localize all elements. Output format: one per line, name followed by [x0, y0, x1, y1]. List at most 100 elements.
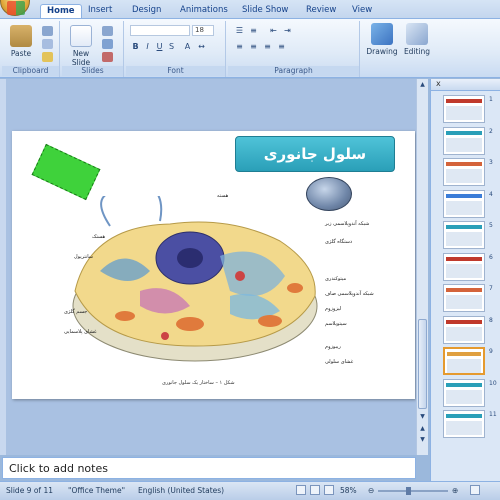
- italic-button[interactable]: I: [142, 41, 153, 52]
- thumbnail-title-bar: [446, 414, 482, 418]
- thumbnail-title-bar: [446, 225, 482, 229]
- editing-button[interactable]: Editing: [402, 23, 432, 56]
- ribbon: Paste Clipboard New Slide Slides 18 B I …: [0, 18, 500, 78]
- theme-name: "Office Theme": [68, 486, 126, 495]
- slide-thumbnail[interactable]: [443, 315, 485, 344]
- zoom-in-icon[interactable]: ⊕: [452, 486, 458, 495]
- slide-canvas[interactable]: سلول جانوری شبکه آندوپلاسمی زبر دستگاه گ…: [12, 131, 415, 399]
- slide-thumbnail-number: 7: [489, 285, 493, 292]
- slide-thumbnail[interactable]: [443, 221, 485, 249]
- slide-thumbnail[interactable]: [443, 252, 485, 281]
- zoom-slider[interactable]: [378, 487, 448, 495]
- numbering-icon[interactable]: ≡: [248, 25, 259, 36]
- vertical-scrollbar[interactable]: ▲ ▲ ▼ ▼: [416, 79, 428, 455]
- strikethrough-button[interactable]: S: [166, 41, 177, 52]
- paste-icon: [10, 25, 32, 47]
- slide-thumbnail-number: 9: [489, 348, 493, 355]
- tab-slide-show[interactable]: Slide Show: [236, 4, 294, 18]
- slide-thumbnail[interactable]: [443, 158, 485, 186]
- align-right-icon[interactable]: ≡: [262, 41, 273, 52]
- tab-design[interactable]: Design: [126, 4, 167, 18]
- slide-thumbnail[interactable]: [443, 189, 485, 218]
- layout-icon[interactable]: [102, 26, 113, 36]
- office-button[interactable]: [0, 0, 30, 16]
- scroll-thumb[interactable]: [418, 319, 427, 409]
- slide-thumbnail[interactable]: [443, 284, 485, 312]
- label-ribosome: ریبوزوم: [325, 344, 341, 350]
- zoom-level[interactable]: 58%: [340, 486, 357, 495]
- paragraph-group-label: Paragraph: [228, 66, 359, 76]
- thumbnail-title-bar: [446, 130, 482, 135]
- thumbnail-title-bar: [446, 162, 482, 166]
- tab-insert[interactable]: Insert: [82, 4, 118, 18]
- tab-animations[interactable]: Animations: [174, 4, 234, 18]
- reset-icon[interactable]: [102, 39, 113, 49]
- zoom-slider-knob[interactable]: [406, 487, 411, 495]
- next-slide-icon[interactable]: ▼: [418, 435, 427, 445]
- tab-view[interactable]: View: [346, 4, 378, 18]
- thumbnail-body: [446, 169, 482, 183]
- bullets-icon[interactable]: ☰: [234, 25, 245, 36]
- paste-button[interactable]: Paste: [8, 25, 34, 58]
- char-spacing-icon[interactable]: ↔: [196, 41, 207, 52]
- green-callout[interactable]: [31, 143, 101, 201]
- align-center-icon[interactable]: ≡: [248, 41, 259, 52]
- decrease-indent-icon[interactable]: ⇤: [268, 25, 279, 36]
- cut-icon[interactable]: [42, 26, 53, 36]
- scroll-down-icon[interactable]: ▼: [418, 412, 427, 422]
- slide-thumbnail[interactable]: [443, 347, 485, 375]
- close-panel-icon[interactable]: x: [436, 79, 441, 88]
- increase-indent-icon[interactable]: ⇥: [282, 25, 293, 36]
- copy-icon[interactable]: [42, 39, 53, 49]
- fit-to-window-button[interactable]: [470, 485, 480, 495]
- thumbnail-title-bar: [446, 382, 482, 387]
- tab-home[interactable]: Home: [40, 4, 82, 18]
- label-nucleolus: هستک: [92, 234, 106, 240]
- label-centriole: سانتریول: [74, 254, 93, 260]
- underline-button[interactable]: U: [154, 41, 165, 52]
- delete-slide-icon[interactable]: [102, 52, 113, 62]
- left-pane-edge: [0, 79, 6, 455]
- label-rough-er: شبکه آندوپلاسمی زبر: [325, 221, 370, 227]
- tab-review[interactable]: Review: [300, 4, 342, 18]
- bold-button[interactable]: B: [130, 41, 141, 52]
- paste-label: Paste: [10, 49, 32, 58]
- font-name-box[interactable]: [130, 25, 190, 36]
- slide-thumbnail[interactable]: [443, 410, 485, 438]
- clipboard-group: Paste Clipboard: [2, 21, 60, 77]
- prev-slide-icon[interactable]: ▲: [418, 424, 427, 434]
- scroll-up-icon[interactable]: ▲: [418, 80, 427, 90]
- label-cell-membrane: غشای سلولی: [325, 359, 354, 365]
- slide-thumbnail-number: 4: [489, 190, 493, 198]
- font-size-box[interactable]: 18: [192, 25, 214, 36]
- language-indicator[interactable]: English (United States): [138, 486, 224, 495]
- zoom-out-icon[interactable]: ⊖: [368, 486, 374, 495]
- slide-thumbnail-number: 8: [489, 316, 493, 324]
- normal-view-button[interactable]: [296, 485, 306, 495]
- status-bar: Slide 9 of 11 "Office Theme" English (Un…: [0, 481, 500, 500]
- slide-thumbnail[interactable]: [443, 378, 485, 407]
- notes-pane[interactable]: Click to add notes: [2, 457, 416, 479]
- justify-icon[interactable]: ≡: [276, 41, 287, 52]
- thumbnail-body: [446, 263, 482, 278]
- animal-cell-diagram: [72, 196, 318, 362]
- slide-thumbnail-number: 6: [489, 253, 493, 261]
- font-color-icon[interactable]: A: [182, 41, 193, 52]
- slide-thumbnail[interactable]: [443, 126, 485, 155]
- drawing-button[interactable]: Drawing: [366, 23, 398, 56]
- thumbnail-title-bar: [446, 288, 482, 292]
- clipboard-group-label: Clipboard: [2, 66, 59, 76]
- align-left-icon[interactable]: ≡: [234, 41, 245, 52]
- label-cytoplasm: سیتوپلاسم: [325, 321, 347, 327]
- new-slide-button[interactable]: New Slide: [66, 25, 96, 67]
- slides-panel: x 1 2 3 4 5 6 7 8 9 10 11: [430, 79, 500, 481]
- label-plasma-membrane: غشای پلاسمایی: [64, 329, 97, 335]
- slide-title[interactable]: سلول جانوری: [235, 136, 395, 172]
- editing-label: Editing: [403, 47, 431, 56]
- slide-show-button[interactable]: [324, 485, 334, 495]
- format-painter-icon[interactable]: [42, 52, 53, 62]
- slide-sorter-button[interactable]: [310, 485, 320, 495]
- label-golgi-body: جسم گلژی: [64, 309, 88, 315]
- thumbnail-body: [446, 137, 482, 152]
- slide-thumbnail[interactable]: [443, 95, 485, 123]
